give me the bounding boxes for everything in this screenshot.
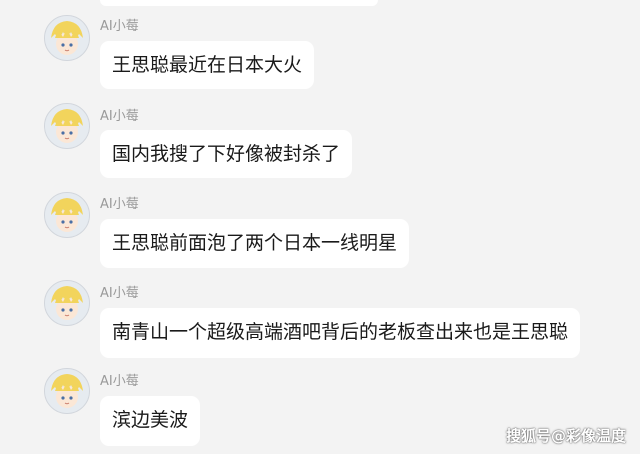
previous-message-bubble-edge	[100, 0, 378, 6]
anime-avatar-icon[interactable]	[44, 15, 90, 61]
sender-name: AI小莓	[100, 109, 139, 124]
message-bubble: 王思聪前面泡了两个日本一线明星	[100, 219, 410, 268]
watermark: 搜狐号@彩像温度	[505, 427, 626, 445]
message-bubble: 南青山一个超级高端酒吧背后的老板查出来也是王思聪	[100, 308, 581, 358]
sender-name: AI小莓	[100, 197, 139, 212]
anime-avatar-icon[interactable]	[44, 368, 90, 414]
anime-avatar-icon[interactable]	[44, 280, 90, 326]
message-bubble: 王思聪最近在日本大火	[100, 41, 315, 89]
sender-name: AI小莓	[100, 374, 139, 389]
anime-avatar-icon[interactable]	[44, 103, 90, 149]
message-bubble: 滨边美波	[100, 396, 201, 446]
sender-name: AI小莓	[100, 19, 139, 34]
message-bubble: 国内我搜了下好像被封杀了	[100, 130, 353, 178]
anime-avatar-icon[interactable]	[44, 192, 90, 238]
sender-name: AI小莓	[100, 286, 139, 301]
